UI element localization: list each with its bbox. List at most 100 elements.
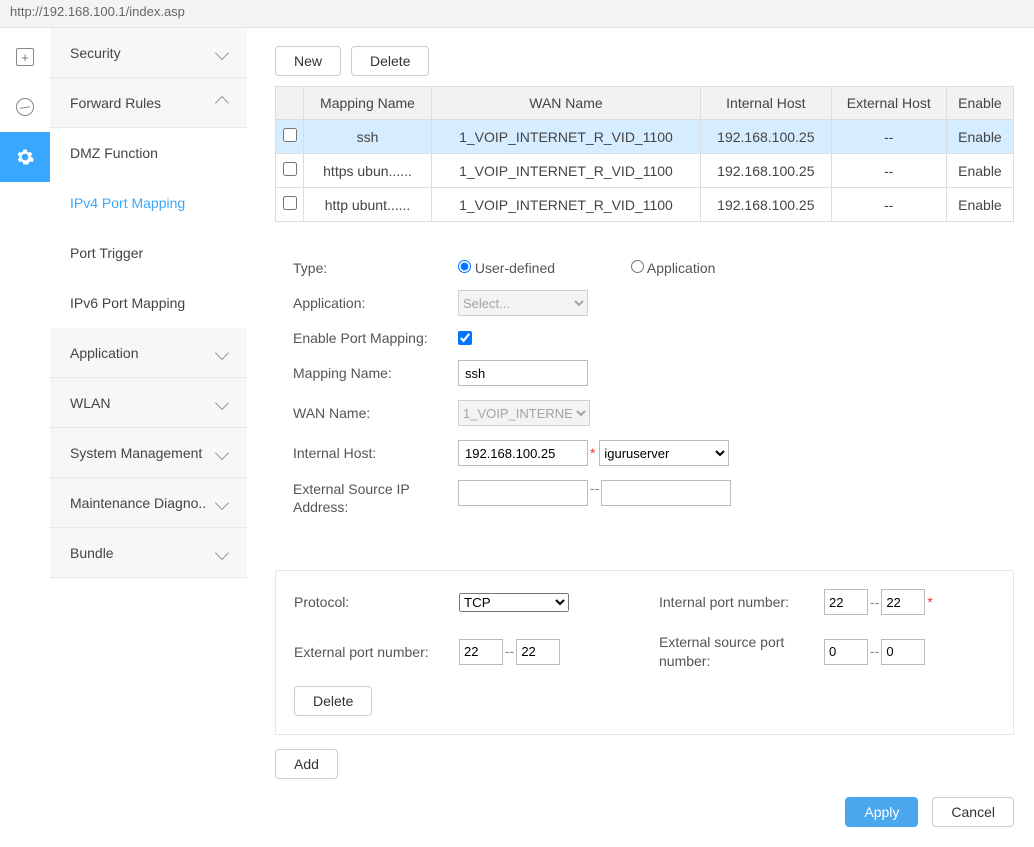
chevron-down-icon bbox=[215, 395, 229, 409]
cell: http ubunt...... bbox=[304, 188, 432, 222]
ext-src-ip-b[interactable] bbox=[601, 480, 731, 506]
cell: Enable bbox=[946, 188, 1013, 222]
label: WLAN bbox=[70, 395, 110, 411]
label: IPv6 Port Mapping bbox=[70, 295, 185, 311]
sidebar-label: Forward Rules bbox=[70, 95, 161, 111]
cell: Enable bbox=[946, 120, 1013, 154]
port-panel: Protocol: TCP Internal port number: --* … bbox=[275, 570, 1014, 734]
label: Port Trigger bbox=[70, 245, 143, 261]
sidebar-sub-dmz[interactable]: DMZ Function bbox=[50, 128, 247, 178]
sidebar-item-maintenance[interactable]: Maintenance Diagno.. bbox=[50, 478, 247, 528]
internal-host-label: Internal Host: bbox=[293, 445, 458, 461]
label: IPv4 Port Mapping bbox=[70, 195, 185, 211]
new-button[interactable]: New bbox=[275, 46, 341, 76]
sidebar-sub-ipv6-port-mapping[interactable]: IPv6 Port Mapping bbox=[50, 278, 247, 328]
row-check[interactable] bbox=[283, 162, 297, 176]
row-check[interactable] bbox=[283, 196, 297, 210]
cell: -- bbox=[831, 154, 946, 188]
cell: 192.168.100.25 bbox=[700, 188, 831, 222]
main-content: New Delete Mapping Name WAN Name Interna… bbox=[247, 28, 1034, 847]
wan-name-select: 1_VOIP_INTERNE bbox=[458, 400, 590, 426]
type-application[interactable]: Application bbox=[631, 260, 796, 276]
apply-button[interactable]: Apply bbox=[845, 797, 918, 827]
cell: -- bbox=[831, 120, 946, 154]
address-bar: http://192.168.100.1/index.asp bbox=[0, 0, 1034, 28]
chevron-down-icon bbox=[215, 345, 229, 359]
protocol-select[interactable]: TCP bbox=[459, 593, 569, 612]
rail-item-forward[interactable] bbox=[0, 82, 50, 132]
sidebar-item-bundle[interactable]: Bundle bbox=[50, 528, 247, 578]
cell: 1_VOIP_INTERNET_R_VID_1100 bbox=[432, 154, 701, 188]
mapping-form: Type: User-defined Application Applicati… bbox=[275, 244, 1014, 546]
range-sep: -- bbox=[588, 480, 601, 496]
internal-host-input[interactable] bbox=[458, 440, 588, 466]
add-button[interactable]: Add bbox=[275, 749, 338, 779]
table-row[interactable]: http ubunt...... 1_VOIP_INTERNET_R_VID_1… bbox=[276, 188, 1014, 222]
plus-box-icon: + bbox=[16, 48, 34, 66]
sidebar-item-forward-rules[interactable]: Forward Rules bbox=[50, 78, 247, 128]
external-port-label: External port number: bbox=[294, 644, 459, 660]
required-icon: * bbox=[927, 594, 932, 610]
sidebar-sub-ipv4-port-mapping[interactable]: IPv4 Port Mapping bbox=[50, 178, 247, 228]
chevron-down-icon bbox=[215, 45, 229, 59]
cell: 1_VOIP_INTERNET_R_VID_1100 bbox=[432, 120, 701, 154]
chevron-up-icon bbox=[215, 95, 229, 109]
external-port-a[interactable] bbox=[459, 639, 503, 665]
sidebar-item-security[interactable]: Security bbox=[50, 28, 247, 78]
row-check[interactable] bbox=[283, 128, 297, 142]
protocol-label: Protocol: bbox=[294, 594, 459, 610]
rail-item-security[interactable]: + bbox=[0, 32, 50, 82]
col-enable: Enable bbox=[946, 87, 1013, 120]
internal-host-device-select[interactable]: iguruserver bbox=[599, 440, 729, 466]
cancel-button[interactable]: Cancel bbox=[932, 797, 1014, 827]
sidebar-sub-port-trigger[interactable]: Port Trigger bbox=[50, 228, 247, 278]
sidebar-item-application[interactable]: Application bbox=[50, 328, 247, 378]
enable-label: Enable Port Mapping: bbox=[293, 330, 458, 346]
type-user-defined[interactable]: User-defined bbox=[458, 260, 623, 276]
sidebar-item-system-management[interactable]: System Management bbox=[50, 428, 247, 478]
ext-src-port-a[interactable] bbox=[824, 639, 868, 665]
ext-src-ip-a[interactable] bbox=[458, 480, 588, 506]
wan-name-label: WAN Name: bbox=[293, 405, 458, 421]
sidebar-item-wlan[interactable]: WLAN bbox=[50, 378, 247, 428]
cell: https ubun...... bbox=[304, 154, 432, 188]
delete-button[interactable]: Delete bbox=[351, 46, 429, 76]
enable-checkbox[interactable] bbox=[458, 331, 472, 345]
delete-port-button[interactable]: Delete bbox=[294, 686, 372, 716]
ext-src-port-b[interactable] bbox=[881, 639, 925, 665]
cell: 1_VOIP_INTERNET_R_VID_1100 bbox=[432, 188, 701, 222]
label: Bundle bbox=[70, 545, 114, 561]
label: System Management bbox=[70, 445, 202, 461]
internal-port-label: Internal port number: bbox=[659, 594, 824, 610]
ext-src-port-label: External source port number: bbox=[659, 633, 824, 669]
url-text: http://192.168.100.1/index.asp bbox=[10, 4, 185, 19]
cell: Enable bbox=[946, 154, 1013, 188]
chevron-down-icon bbox=[215, 545, 229, 559]
type-label: Type: bbox=[293, 260, 458, 276]
rail-item-settings[interactable] bbox=[0, 132, 50, 182]
icon-rail: + bbox=[0, 28, 50, 847]
radio-user-defined[interactable] bbox=[458, 260, 471, 273]
chevron-down-icon bbox=[215, 495, 229, 509]
required-icon: * bbox=[590, 445, 595, 461]
internal-port-a[interactable] bbox=[824, 589, 868, 615]
external-port-b[interactable] bbox=[516, 639, 560, 665]
chevron-down-icon bbox=[215, 445, 229, 459]
application-label: Application: bbox=[293, 295, 458, 311]
label: Maintenance Diagno.. bbox=[70, 495, 206, 511]
label: Application bbox=[70, 345, 139, 361]
label: DMZ Function bbox=[70, 145, 158, 161]
cell: ssh bbox=[304, 120, 432, 154]
sidebar-label: Security bbox=[70, 45, 121, 61]
col-check bbox=[276, 87, 304, 120]
col-wan-name: WAN Name bbox=[432, 87, 701, 120]
mapping-name-input[interactable] bbox=[458, 360, 588, 386]
radio-application[interactable] bbox=[631, 260, 644, 273]
table-row[interactable]: ssh 1_VOIP_INTERNET_R_VID_1100 192.168.1… bbox=[276, 120, 1014, 154]
cell: 192.168.100.25 bbox=[700, 120, 831, 154]
col-internal-host: Internal Host bbox=[700, 87, 831, 120]
table-row[interactable]: https ubun...... 1_VOIP_INTERNET_R_VID_1… bbox=[276, 154, 1014, 188]
internal-port-b[interactable] bbox=[881, 589, 925, 615]
ext-src-ip-label: External Source IP Address: bbox=[293, 480, 458, 516]
pulse-icon bbox=[16, 98, 34, 116]
